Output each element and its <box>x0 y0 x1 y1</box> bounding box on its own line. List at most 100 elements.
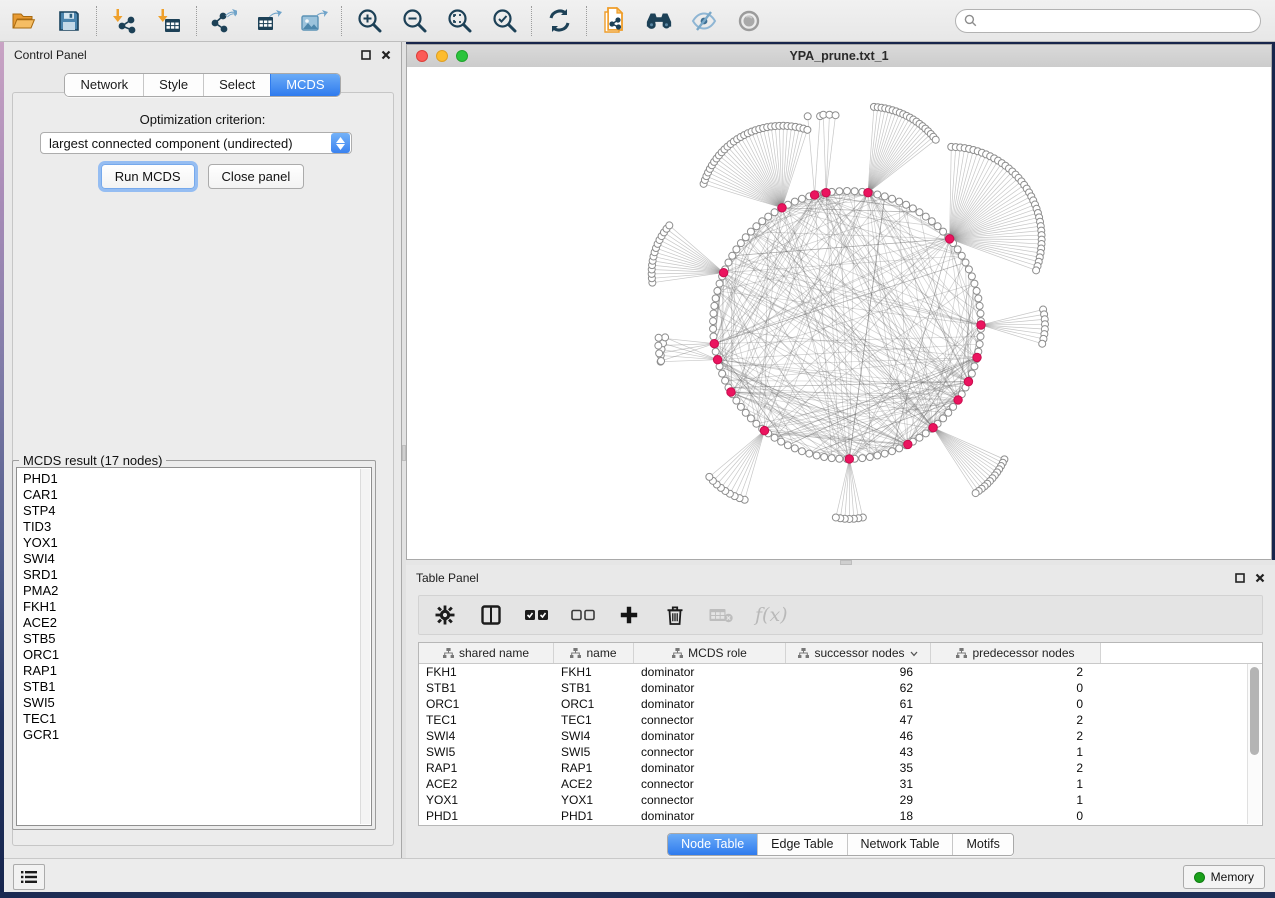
delete-table-icon[interactable] <box>709 603 733 627</box>
close-panel-icon[interactable] <box>1255 573 1265 583</box>
column-header-predecessor-nodes[interactable]: predecessor nodes <box>931 643 1101 663</box>
zoom-out-icon[interactable] <box>400 7 428 35</box>
zoom-selected-icon[interactable] <box>490 7 518 35</box>
mcds-node[interactable] <box>710 339 718 347</box>
tab-network[interactable]: Network <box>65 74 143 96</box>
table-settings-icon[interactable] <box>433 603 457 627</box>
select-all-rows-icon[interactable] <box>525 603 549 627</box>
optimization-criterion-select[interactable]: largest connected component (undirected) <box>40 132 352 154</box>
zoom-in-icon[interactable] <box>355 7 383 35</box>
scrollbar-thumb[interactable] <box>1250 667 1259 755</box>
table-row-RAP1[interactable]: RAP1RAP1dominator352 <box>419 760 1262 776</box>
export-table-icon[interactable] <box>255 7 283 35</box>
mcds-node[interactable] <box>954 396 962 404</box>
mcds-node[interactable] <box>778 204 786 212</box>
column-header-successor-nodes[interactable]: successor nodes <box>786 643 931 663</box>
zoom-fit-icon[interactable] <box>445 7 473 35</box>
mcds-result-item[interactable]: SRD1 <box>23 567 59 583</box>
mcds-result-item[interactable]: STB5 <box>23 631 59 647</box>
table-row-PHD1[interactable]: PHD1PHD1dominator180 <box>419 808 1262 824</box>
table-row-SWI5[interactable]: SWI5SWI5connector431 <box>419 744 1262 760</box>
import-network-icon[interactable] <box>110 7 138 35</box>
mcds-result-item[interactable]: TID3 <box>23 519 59 535</box>
window-minimize-icon[interactable] <box>436 50 448 62</box>
close-panel-icon[interactable] <box>381 50 391 60</box>
table-row-STB1[interactable]: STB1STB1dominator620 <box>419 680 1262 696</box>
mcds-node[interactable] <box>904 440 912 448</box>
mcds-node[interactable] <box>810 191 818 199</box>
column-header-shared-name[interactable]: shared name <box>419 643 554 663</box>
network-graph[interactable] <box>407 67 1271 559</box>
mcds-node[interactable] <box>727 388 735 396</box>
mcds-node[interactable] <box>760 426 768 434</box>
table-row-ACE2[interactable]: ACE2ACE2connector311 <box>419 776 1262 792</box>
task-history-button[interactable] <box>13 864 45 890</box>
show-column-panel-icon[interactable] <box>479 603 503 627</box>
column-header-name[interactable]: name <box>554 643 634 663</box>
delete-columns-icon[interactable] <box>663 603 687 627</box>
new-network-from-selection-icon[interactable] <box>600 7 628 35</box>
mcds-result-item[interactable]: SWI4 <box>23 551 59 567</box>
window-close-icon[interactable] <box>416 50 428 62</box>
tab-edge-table[interactable]: Edge Table <box>757 834 846 855</box>
mcds-node[interactable] <box>929 423 937 431</box>
mcds-result-item[interactable]: ACE2 <box>23 615 59 631</box>
export-network-icon[interactable] <box>210 7 238 35</box>
mcds-result-item[interactable]: PHD1 <box>23 471 59 487</box>
save-session-icon[interactable] <box>55 7 83 35</box>
mcds-node[interactable] <box>713 355 721 363</box>
open-file-icon[interactable] <box>10 7 38 35</box>
mcds-result-item[interactable]: SWI5 <box>23 695 59 711</box>
mcds-node[interactable] <box>977 321 985 329</box>
mcds-node[interactable] <box>845 455 853 463</box>
mcds-result-item[interactable]: STB1 <box>23 679 59 695</box>
network-canvas[interactable] <box>407 67 1271 559</box>
mcds-result-item[interactable]: ORC1 <box>23 647 59 663</box>
deselect-all-rows-icon[interactable] <box>571 603 595 627</box>
tab-mcds[interactable]: MCDS <box>270 74 339 96</box>
search-network-icon[interactable] <box>645 7 673 35</box>
show-all-icon[interactable] <box>735 7 763 35</box>
search-input[interactable] <box>982 13 1252 29</box>
table-row-YOX1[interactable]: YOX1YOX1connector291 <box>419 792 1262 808</box>
mcds-node[interactable] <box>822 188 830 196</box>
mcds-result-item[interactable]: RAP1 <box>23 663 59 679</box>
run-mcds-button[interactable]: Run MCDS <box>101 164 195 189</box>
mcds-result-item[interactable]: STP4 <box>23 503 59 519</box>
import-table-icon[interactable] <box>155 7 183 35</box>
window-zoom-icon[interactable] <box>456 50 468 62</box>
table-row-TEC1[interactable]: TEC1TEC1connector472 <box>419 712 1262 728</box>
mcds-list-scrollbar[interactable] <box>360 469 370 824</box>
table-row-SWI4[interactable]: SWI4SWI4dominator462 <box>419 728 1262 744</box>
mcds-result-item[interactable]: YOX1 <box>23 535 59 551</box>
mcds-result-item[interactable]: TEC1 <box>23 711 59 727</box>
mcds-node[interactable] <box>945 235 953 243</box>
table-row-ORC1[interactable]: ORC1ORC1dominator610 <box>419 696 1262 712</box>
table-row-FKH1[interactable]: FKH1FKH1dominator962 <box>419 664 1262 680</box>
tab-motifs[interactable]: Motifs <box>952 834 1012 855</box>
mcds-result-item[interactable]: PMA2 <box>23 583 59 599</box>
mcds-node[interactable] <box>964 377 972 385</box>
column-header-MCDS-role[interactable]: MCDS role <box>634 643 786 663</box>
mcds-result-item[interactable]: CAR1 <box>23 487 59 503</box>
mcds-node[interactable] <box>973 353 981 361</box>
table-scrollbar[interactable] <box>1247 664 1261 824</box>
memory-button[interactable]: Memory <box>1183 865 1265 889</box>
tab-network-table[interactable]: Network Table <box>847 834 953 855</box>
export-image-icon[interactable] <box>300 7 328 35</box>
tab-select[interactable]: Select <box>203 74 270 96</box>
hide-selected-icon[interactable] <box>690 7 718 35</box>
mcds-node[interactable] <box>864 188 872 196</box>
float-panel-icon[interactable] <box>1235 573 1245 583</box>
close-panel-button[interactable]: Close panel <box>208 164 305 189</box>
tab-style[interactable]: Style <box>143 74 203 96</box>
refresh-icon[interactable] <box>545 7 573 35</box>
tab-node-table[interactable]: Node Table <box>668 834 757 855</box>
global-search-field[interactable] <box>955 9 1261 33</box>
mcds-result-item[interactable]: GCR1 <box>23 727 59 743</box>
float-panel-icon[interactable] <box>361 50 371 60</box>
mcds-node[interactable] <box>719 268 727 276</box>
add-column-icon[interactable] <box>617 603 641 627</box>
network-window-titlebar[interactable]: YPA_prune.txt_1 <box>407 45 1271 68</box>
mcds-result-item[interactable]: FKH1 <box>23 599 59 615</box>
